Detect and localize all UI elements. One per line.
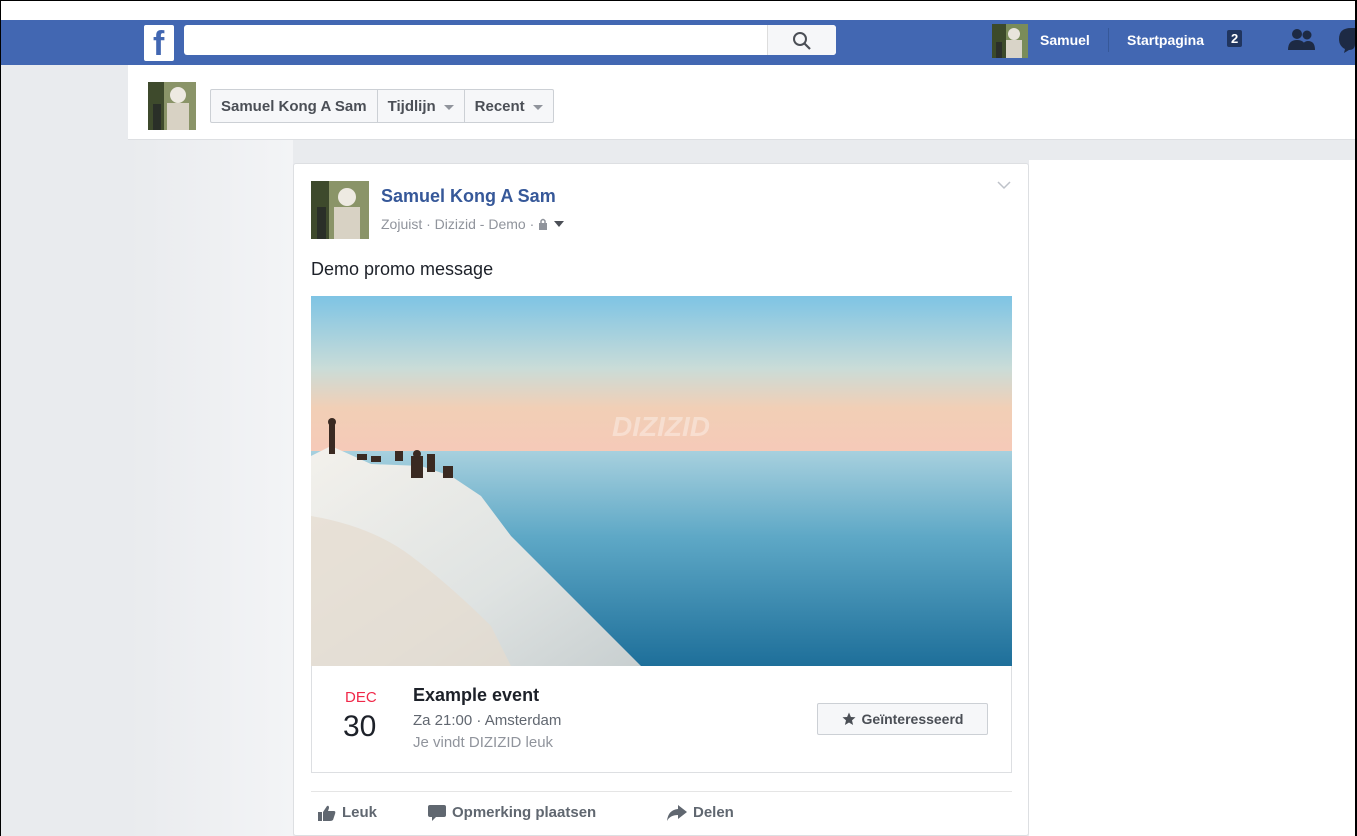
comment-button[interactable]: Opmerking plaatsen — [428, 804, 596, 821]
timeline-label: Tijdlijn — [387, 97, 436, 115]
home-count-badge: 2 — [1227, 30, 1243, 47]
search-button[interactable] — [767, 25, 836, 55]
post-text: Demo promo message — [311, 259, 494, 279]
privacy-caret-icon[interactable] — [554, 221, 565, 227]
home-link[interactable]: Startpagina — [1127, 32, 1204, 48]
timeline-nav: Samuel Kong A Sam Tijdlijn Recent — [210, 89, 554, 123]
caret-down-icon — [532, 104, 543, 110]
interested-button[interactable]: Geïnteresseerd — [817, 703, 988, 735]
scenic-photo: DIZIZID — [311, 296, 1012, 666]
action-divider — [311, 791, 1012, 792]
profile-avatar[interactable] — [148, 82, 196, 130]
facebook-logo[interactable]: f — [144, 25, 174, 63]
caret-down-icon — [443, 104, 454, 110]
post-meta-text: Zojuist · Dizizid - Demo · — [381, 216, 535, 232]
user-name-link[interactable]: Samuel — [1040, 32, 1090, 48]
recent-label: Recent — [474, 97, 525, 115]
post-meta: Zojuist · Dizizid - Demo · — [381, 216, 565, 232]
share-button[interactable]: Delen — [667, 804, 734, 821]
logo-letter: f — [153, 25, 165, 63]
left-shade — [128, 140, 293, 836]
frame-top-border — [0, 0, 1357, 1]
like-label: Leuk — [342, 804, 378, 821]
event-day: 30 — [343, 710, 377, 743]
left-gutter — [0, 65, 128, 836]
thumbs-up-icon — [318, 805, 336, 821]
search-input[interactable] — [184, 25, 836, 55]
event-social-context: Je vindt DIZIZID leuk — [413, 734, 554, 751]
post-image[interactable]: DIZIZID — [311, 296, 1012, 666]
interested-label: Geïnteresseerd — [861, 711, 964, 727]
event-details: Za 21:00 · Amsterdam — [413, 712, 562, 729]
right-column — [1029, 160, 1355, 836]
recent-dropdown[interactable]: Recent — [465, 90, 553, 122]
user-avatar-small[interactable] — [992, 24, 1028, 58]
profile-name-link[interactable]: Samuel Kong A Sam — [211, 90, 378, 122]
post-author-link[interactable]: Samuel Kong A Sam — [381, 186, 556, 207]
event-month: DEC — [345, 689, 377, 706]
lock-icon[interactable] — [538, 218, 548, 230]
event-title-link[interactable]: Example event — [413, 685, 539, 706]
friend-requests-icon[interactable] — [1288, 28, 1316, 52]
share-label: Delen — [693, 804, 734, 821]
comment-label: Opmerking plaatsen — [452, 804, 597, 821]
like-button[interactable]: Leuk — [318, 804, 377, 821]
nav-separator — [1108, 28, 1109, 52]
image-watermark: DIZIZID — [612, 411, 710, 442]
search-icon — [793, 32, 811, 50]
frame-left-border — [0, 0, 1, 836]
post-options-chevron-icon[interactable] — [997, 180, 1011, 190]
profile-name-label: Samuel Kong A Sam — [221, 97, 367, 115]
share-arrow-icon — [667, 804, 687, 821]
post-author-avatar[interactable] — [311, 181, 369, 239]
star-icon — [842, 712, 856, 725]
timeline-dropdown[interactable]: Tijdlijn — [378, 90, 465, 122]
messages-icon[interactable] — [1337, 26, 1355, 54]
comment-icon — [428, 804, 446, 821]
